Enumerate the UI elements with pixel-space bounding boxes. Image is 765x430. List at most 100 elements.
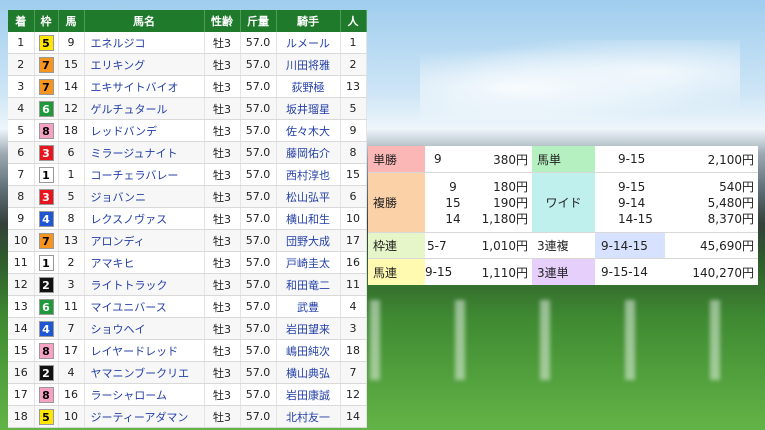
jockey-cell: 戸崎圭太 (276, 251, 341, 274)
horse-name-cell: エリキング (84, 53, 205, 76)
sex-age-cell: 牡3 (204, 229, 241, 252)
popularity-cell: 7 (340, 361, 367, 384)
fukusho-amount: 1,180円 (481, 211, 528, 226)
rank-cell: 10 (8, 229, 35, 252)
weight-cell: 57.0 (240, 273, 277, 296)
frame-cell: 3 (34, 185, 59, 208)
table-row: 1 5 9 エネルジコ 牡3 57.0 ルメール 1 (8, 32, 367, 54)
popularity-cell: 5 (340, 97, 367, 120)
jockey-cell: 嶋田純次 (276, 339, 341, 362)
jockey-cell: 岩田望来 (276, 317, 341, 340)
weight-cell: 57.0 (240, 119, 277, 142)
popularity-cell: 6 (340, 185, 367, 208)
frame-badge: 4 (38, 320, 54, 337)
jockey-cell: 松山弘平 (276, 185, 341, 208)
popularity-cell: 9 (340, 119, 367, 142)
sex-age-cell: 牡3 (204, 32, 241, 54)
header-frame: 枠 (34, 10, 59, 32)
frame-badge: 6 (38, 100, 54, 117)
rank-cell: 9 (8, 207, 35, 230)
table-row: 18 5 10 ジーティーアダマン 牡3 57.0 北村友一 14 (8, 405, 367, 428)
rank-cell: 15 (8, 339, 35, 362)
sex-age-cell: 牡3 (204, 273, 241, 296)
frame-cell: 7 (34, 75, 59, 98)
wakuren-amount: 1,010円 (481, 233, 532, 259)
sex-age-cell: 牡3 (204, 405, 241, 428)
wide-amounts: 540円 5,480円 8,370円 (665, 173, 758, 233)
popularity-cell: 4 (340, 295, 367, 318)
jockey-cell: 横山典弘 (276, 361, 341, 384)
horse-name-cell: ジョバンニ (84, 185, 205, 208)
jockey-cell: ルメール (276, 32, 341, 54)
frame-cell: 3 (34, 141, 59, 164)
frame-badge: 8 (38, 342, 54, 359)
horse-number-cell: 4 (58, 361, 85, 384)
horse-number-cell: 6 (58, 141, 85, 164)
popularity-cell: 17 (340, 229, 367, 252)
wide-amount: 540円 (719, 179, 754, 194)
frame-badge: 5 (38, 408, 54, 425)
jockey-cell: 西村淳也 (276, 163, 341, 186)
table-row: 12 2 3 ライトトラック 牡3 57.0 和田竜二 11 (8, 273, 367, 296)
umaren-label: 馬連 (368, 259, 425, 285)
horse-number-cell: 1 (58, 163, 85, 186)
wide-combo: 9-15 (618, 179, 646, 194)
fukusho-numbers: 9 15 14 (425, 173, 481, 233)
frame-cell: 6 (34, 97, 59, 120)
popularity-cell: 16 (340, 251, 367, 274)
horse-number-cell: 10 (58, 405, 85, 428)
frame-cell: 7 (34, 229, 59, 252)
frame-badge: 2 (38, 364, 54, 381)
frame-cell: 4 (34, 207, 59, 230)
header-rank: 着 (8, 10, 35, 32)
weight-cell: 57.0 (240, 53, 277, 76)
table-row: 11 1 2 アマキヒ 牡3 57.0 戸崎圭太 16 (8, 251, 367, 274)
horse-name-cell: レクスノヴァス (84, 207, 205, 230)
table-row: 14 4 7 ショウヘイ 牡3 57.0 岩田望来 3 (8, 317, 367, 340)
wide-combo: 9-14 (618, 195, 646, 210)
frame-badge: 1 (38, 166, 54, 183)
tansho-label: 単勝 (368, 146, 425, 173)
horse-number-cell: 15 (58, 53, 85, 76)
weight-cell: 57.0 (240, 317, 277, 340)
frame-badge: 4 (38, 210, 54, 227)
horse-name-cell: ジーティーアダマン (84, 405, 205, 428)
jockey-cell: 団野大成 (276, 229, 341, 252)
popularity-cell: 3 (340, 317, 367, 340)
popularity-cell: 15 (340, 163, 367, 186)
table-row: 9 4 8 レクスノヴァス 牡3 57.0 横山和生 10 (8, 207, 367, 230)
rank-cell: 16 (8, 361, 35, 384)
horse-name-cell: レイヤードレッド (84, 339, 205, 362)
rank-cell: 12 (8, 273, 35, 296)
frame-badge: 8 (38, 122, 54, 139)
rank-cell: 18 (8, 405, 35, 428)
sex-age-cell: 牡3 (204, 141, 241, 164)
rank-cell: 6 (8, 141, 35, 164)
horse-name-cell: レッドバンデ (84, 119, 205, 142)
horse-name-cell: アマキヒ (84, 251, 205, 274)
jockey-cell: 藤岡佑介 (276, 141, 341, 164)
results-body: 1 5 9 エネルジコ 牡3 57.0 ルメール 1 2 7 15 エリキング 牡3 57.0 川田将雅 2 3… (8, 32, 367, 428)
horse-name-cell: ライトトラック (84, 273, 205, 296)
frame-badge: 7 (38, 232, 54, 249)
frame-badge: 3 (38, 188, 54, 205)
rank-cell: 2 (8, 53, 35, 76)
table-row: 10 7 13 アロンディ 牡3 57.0 団野大成 17 (8, 229, 367, 252)
sex-age-cell: 牡3 (204, 383, 241, 406)
fukusho-amount: 180円 (493, 179, 528, 194)
frame-cell: 8 (34, 339, 59, 362)
jockey-cell: 荻野極 (276, 75, 341, 98)
weight-cell: 57.0 (240, 97, 277, 120)
sex-age-cell: 牡3 (204, 119, 241, 142)
race-results-table: 着 枠 馬 馬名 性齢 斤量 騎手 人 1 5 9 エネルジコ 牡3 57.0 ルメール 1 2… (8, 10, 367, 428)
fukusho-label: 複勝 (368, 173, 425, 233)
horse-number-cell: 9 (58, 32, 85, 54)
umaren-combo: 9-15 (425, 265, 453, 279)
jockey-cell: 坂井瑠星 (276, 97, 341, 120)
payout-panel: 単勝 9 380円 馬単 9-15 2,100円 複勝 9 15 14 180円… (368, 146, 758, 285)
fukusho-amounts: 180円 190円 1,180円 (481, 173, 532, 233)
frame-badge: 6 (38, 298, 54, 315)
frame-badge: 7 (38, 78, 54, 95)
rank-cell: 5 (8, 119, 35, 142)
horse-name-cell: エキサイトバイオ (84, 75, 205, 98)
